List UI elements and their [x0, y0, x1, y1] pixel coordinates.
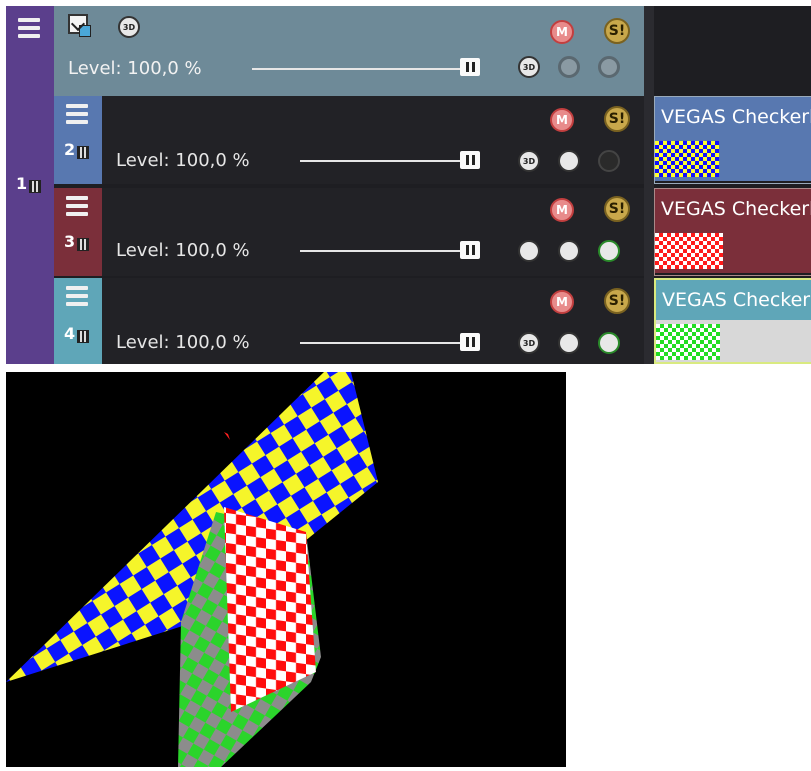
composite-mode-icon[interactable] [558, 332, 580, 354]
video-track-icon [77, 330, 90, 343]
level-slider-track[interactable] [300, 160, 472, 162]
level-slider-thumb[interactable] [460, 333, 480, 351]
parent-level-slider-thumb[interactable] [460, 58, 480, 76]
solo-icon[interactable]: S! [604, 288, 630, 314]
track-list-panel: 1 3D M S! Level: 100,0 % 3D 2 M S! Level… [6, 6, 811, 364]
3d-track-icon[interactable]: 3D [518, 56, 540, 78]
event-title: VEGAS Checkerb [655, 97, 811, 137]
2d-track-icon[interactable] [518, 240, 540, 262]
mute-icon[interactable]: M [550, 198, 574, 222]
track-menu-icon[interactable] [66, 196, 88, 216]
event-thumbnail [655, 229, 811, 273]
3d-track-icon[interactable]: 3D [518, 150, 540, 172]
video-track-icon [29, 180, 42, 193]
3d-track-icon[interactable]: 3D [118, 16, 140, 38]
parent-track-number: 1 [16, 174, 42, 193]
composite-mode-icon[interactable] [558, 150, 580, 172]
level-label: Level: 100,0 % [116, 240, 250, 261]
event-clip-3[interactable]: VEGAS Checkerb [654, 188, 811, 276]
parent-track-menu-icon[interactable] [18, 18, 40, 38]
video-track-icon [77, 146, 90, 159]
event-title: VEGAS Checkerb [656, 280, 811, 320]
mute-icon[interactable]: M [550, 20, 574, 44]
checker-thumbnail [656, 324, 720, 360]
preview-render [6, 372, 378, 767]
checker-thumbnail [655, 233, 723, 269]
track-number: 3 [64, 232, 90, 251]
parent-motion-icon[interactable] [598, 332, 620, 354]
video-preview [6, 372, 566, 767]
red-checker-edge [224, 432, 230, 440]
parent-motion-icon[interactable] [598, 56, 620, 78]
track-number: 4 [64, 324, 90, 343]
track-color-swatch[interactable]: 3 [54, 188, 102, 276]
level-slider-track[interactable] [300, 250, 472, 252]
mute-icon[interactable]: M [550, 108, 574, 132]
checker-thumbnail [655, 141, 719, 177]
3d-track-icon[interactable]: 3D [518, 332, 540, 354]
event-clip-2[interactable]: VEGAS Checkerb [654, 96, 811, 184]
track-row-4: 4 M S! Level: 100,0 % 3D [54, 278, 644, 364]
track-number: 2 [64, 140, 90, 159]
event-title: VEGAS Checkerb [655, 189, 811, 229]
event-thumbnail [655, 137, 811, 181]
composite-mode-icon[interactable] [558, 240, 580, 262]
expand-collapse-icon[interactable] [68, 14, 91, 37]
level-label: Level: 100,0 % [116, 150, 250, 171]
composite-mode-icon[interactable] [558, 56, 580, 78]
track-menu-icon[interactable] [66, 104, 88, 124]
event-thumbnail [656, 320, 811, 362]
track-color-swatch[interactable]: 4 [54, 278, 102, 364]
parent-motion-icon[interactable] [598, 150, 620, 172]
level-slider-thumb[interactable] [460, 241, 480, 259]
parent-level-slider-track[interactable] [252, 68, 472, 70]
timeline-divider[interactable] [644, 6, 654, 364]
video-track-icon [77, 238, 90, 251]
track-number-label: 1 [16, 174, 28, 193]
solo-icon[interactable]: S! [604, 196, 630, 222]
track-color-swatch[interactable]: 2 [54, 96, 102, 184]
mute-icon[interactable]: M [550, 290, 574, 314]
solo-icon[interactable]: S! [604, 106, 630, 132]
level-slider-track[interactable] [300, 342, 472, 344]
parent-level-label: Level: 100,0 % [68, 58, 202, 79]
parent-track-color-strip[interactable]: 1 [6, 6, 54, 364]
parent-track-header: 3D M S! Level: 100,0 % 3D [54, 6, 644, 96]
track-row-2: 2 M S! Level: 100,0 % 3D [54, 96, 644, 184]
level-slider-thumb[interactable] [460, 151, 480, 169]
solo-icon[interactable]: S! [604, 18, 630, 44]
event-clip-4[interactable]: VEGAS Checkerb [654, 278, 811, 364]
track-row-3: 3 M S! Level: 100,0 % [54, 188, 644, 276]
level-label: Level: 100,0 % [116, 332, 250, 353]
parent-motion-icon[interactable] [598, 240, 620, 262]
track-menu-icon[interactable] [66, 286, 88, 306]
